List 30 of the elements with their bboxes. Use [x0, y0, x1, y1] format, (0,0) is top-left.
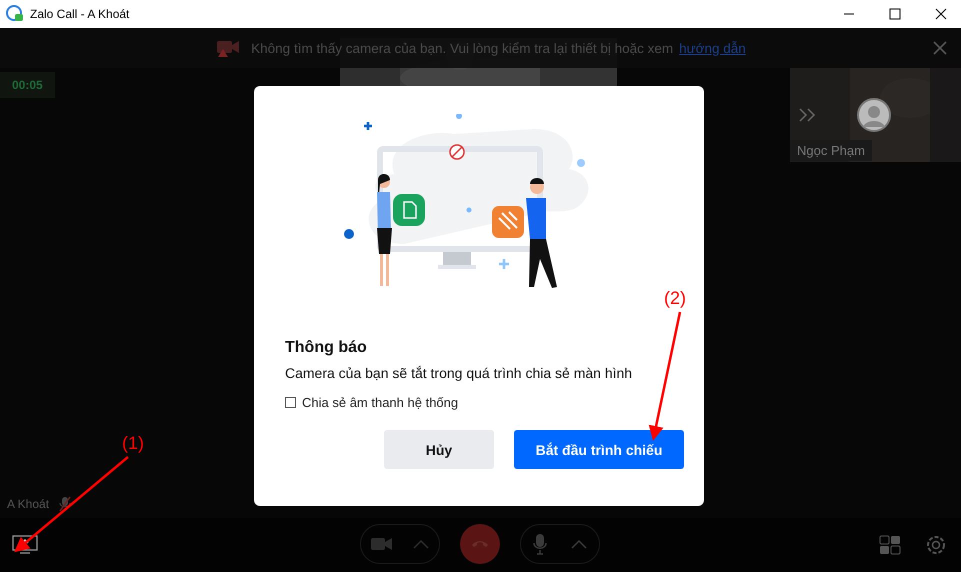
app-icon: [6, 5, 24, 23]
participant-name: A Khoát: [7, 497, 50, 511]
checkbox[interactable]: [285, 397, 296, 408]
cancel-button[interactable]: Hủy: [384, 430, 494, 469]
annotation-label: (1): [122, 433, 144, 454]
participant-name: Ngọc Phạm: [790, 140, 872, 161]
camera-control[interactable]: [360, 524, 440, 564]
microphone-control[interactable]: [520, 524, 600, 564]
phone-icon: [471, 539, 489, 549]
camera-off-icon: [215, 38, 242, 58]
mic-icon: [533, 533, 547, 555]
camera-icon: [371, 537, 393, 551]
avatar: [857, 98, 891, 132]
settings-icon[interactable]: [925, 534, 947, 556]
chevron-up-icon[interactable]: [413, 539, 429, 549]
annotation-label: (2): [664, 288, 686, 309]
banner-text: Không tìm thấy camera của bạn. Vui lòng kiểm tra lại thiết bị hoặc xem: [251, 40, 674, 56]
close-icon[interactable]: [935, 8, 947, 20]
call-timer: 00:05: [0, 72, 55, 98]
share-screen-icon[interactable]: [12, 535, 38, 555]
chevron-icon[interactable]: [799, 108, 817, 122]
start-sharing-button[interactable]: Bắt đầu trình chiếu: [514, 430, 684, 469]
window-title: Zalo Call - A Khoát: [30, 7, 130, 21]
dialog-title: Thông báo: [285, 339, 368, 357]
dialog-message: Camera của bạn sẽ tắt trong quá trình chia sẻ màn hình: [285, 365, 634, 381]
checkbox-label: Chia sẻ âm thanh hệ thống: [302, 395, 458, 410]
layout-grid-icon[interactable]: [879, 535, 901, 555]
chevron-up-icon[interactable]: [571, 539, 587, 549]
end-call-button[interactable]: [460, 524, 500, 564]
maximize-icon[interactable]: [889, 8, 901, 20]
